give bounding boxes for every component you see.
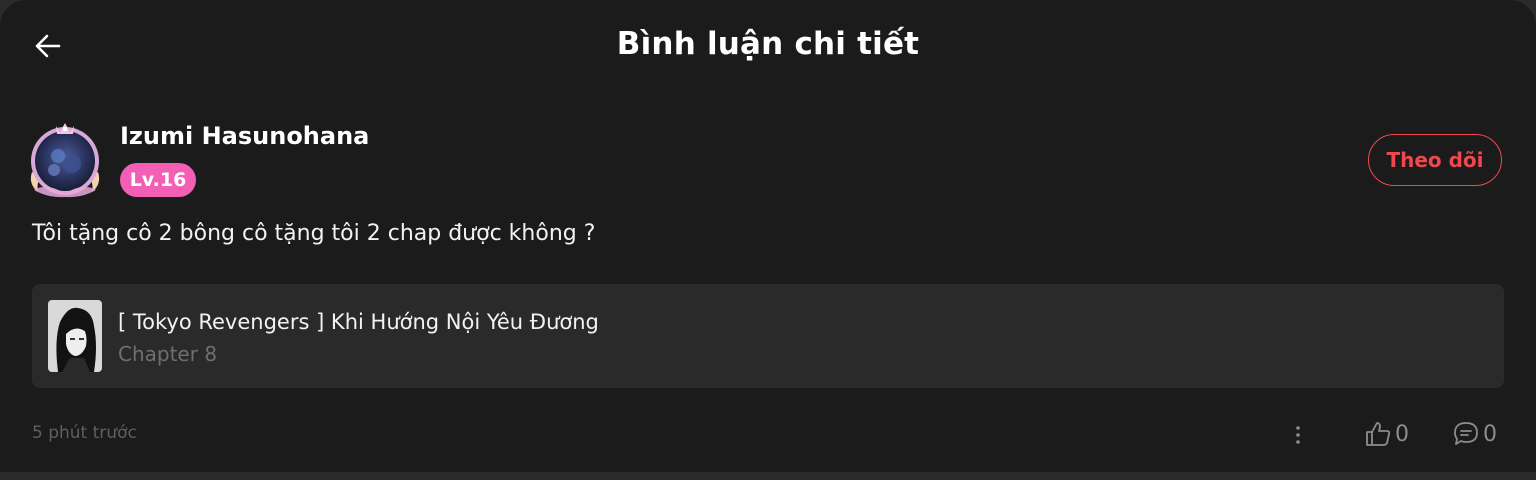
story-card[interactable]: [ Tokyo Revengers ] Khi Hướng Nội Yêu Đư… (32, 284, 1504, 388)
comment-detail-panel: Bình luận chi tiết Izumi Hasunohana Lv.1 (0, 0, 1536, 472)
story-chapter: Chapter 8 (118, 342, 218, 366)
like-count: 0 (1395, 421, 1409, 447)
avatar-frame-icon (30, 123, 100, 198)
comment-icon (1454, 422, 1478, 445)
more-vertical-icon (1296, 426, 1300, 444)
story-title: [ Tokyo Revengers ] Khi Hướng Nội Yêu Đư… (118, 310, 599, 334)
story-cover-icon (48, 300, 102, 372)
comment-timestamp: 5 phút trước (32, 423, 137, 443)
avatar[interactable] (26, 120, 104, 198)
header: Bình luận chi tiết (0, 0, 1536, 96)
more-options-button[interactable] (1286, 420, 1310, 450)
user-name[interactable]: Izumi Hasunohana (120, 122, 369, 150)
comment-text: Tôi tặng cô 2 bông cô tặng tôi 2 chap đư… (32, 221, 596, 246)
thumbs-up-icon (1366, 422, 1391, 446)
level-badge: Lv.16 (120, 163, 196, 197)
follow-button[interactable]: Theo dõi (1368, 134, 1502, 186)
story-thumbnail (48, 300, 102, 372)
reply-button[interactable]: 0 (1452, 419, 1497, 449)
like-button[interactable]: 0 (1364, 419, 1409, 449)
page-title: Bình luận chi tiết (616, 26, 920, 62)
reply-count: 0 (1483, 421, 1497, 447)
